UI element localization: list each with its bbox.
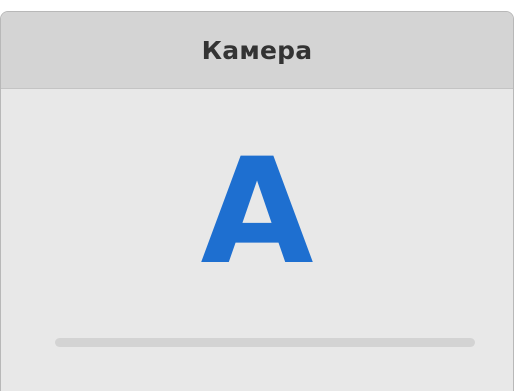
camera-id-label: A	[200, 127, 314, 297]
progress-bar	[55, 338, 475, 347]
camera-panel: Камера A	[0, 11, 514, 391]
panel-title: Камера	[201, 35, 313, 65]
panel-body: A	[1, 89, 513, 391]
panel-header: Камера	[1, 12, 513, 89]
